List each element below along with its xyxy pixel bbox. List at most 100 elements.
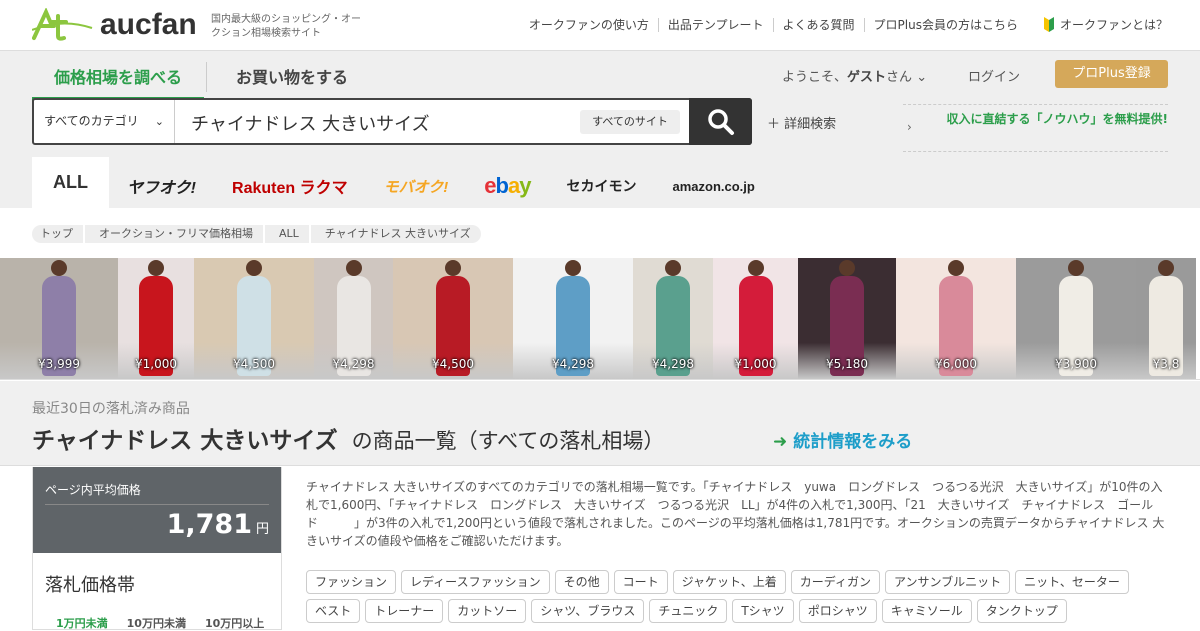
product-thumbnail[interactable]: ¥4,298 <box>633 258 713 379</box>
nav-pro-plus-members[interactable]: プロPlus会員の方はこちら <box>863 17 1027 32</box>
thumbnail-price: ¥4,298 <box>332 357 375 371</box>
model-head <box>665 260 681 276</box>
category-tag[interactable]: チュニック <box>649 599 728 623</box>
site-tab-ebay[interactable]: ebay <box>466 164 548 208</box>
nav-about[interactable]: オークファンとは？ <box>1043 16 1168 33</box>
guest-name: ゲスト <box>847 70 887 85</box>
category-select[interactable]: すべてのカテゴリ ⌄ <box>34 100 175 143</box>
category-tag[interactable]: カットソー <box>448 599 527 623</box>
price-band-under-10k[interactable]: 1万円未満 <box>56 615 108 631</box>
advanced-search-link[interactable]: ＋ 詳細検索 <box>767 113 836 132</box>
beginner-mark-icon <box>1043 16 1054 32</box>
category-tag[interactable]: キャミソール <box>881 599 972 623</box>
category-tag[interactable]: コート <box>613 570 668 594</box>
product-thumbnail[interactable]: ¥4,500 <box>393 258 513 379</box>
sekaimon-logo: セカイモン <box>566 178 637 194</box>
site-tab-mobaoku[interactable]: モバオク! <box>366 164 467 208</box>
thumbnail-price: ¥3,999 <box>38 357 80 371</box>
category-tag[interactable]: ジャケット、上着 <box>672 570 786 594</box>
model-head <box>839 260 855 276</box>
site-tab-yahoo-auctions[interactable]: ヤフオク! <box>109 164 214 208</box>
category-tag[interactable]: ファッション <box>306 570 397 594</box>
advanced-search-label: 詳細検索 <box>784 117 837 132</box>
price-band-under-100k[interactable]: 10万円未満 <box>127 615 186 631</box>
tab-divider <box>206 62 207 92</box>
product-thumbnail[interactable]: ¥4,298 <box>314 258 393 379</box>
model-head <box>246 260 262 276</box>
nav-listing-template[interactable]: 出品テンプレート <box>657 17 773 32</box>
nav-how-to-use[interactable]: オークファンの使い方 <box>520 18 658 32</box>
title-rest: の商品一覧（すべての落札相場） <box>351 429 665 453</box>
site-tab-all[interactable]: ALL <box>32 157 109 208</box>
product-thumbnail[interactable]: ¥1,000 <box>713 258 798 379</box>
model-head <box>345 260 362 276</box>
pro-plus-register-button[interactable]: プロPlus登録 <box>1055 60 1168 88</box>
top-nav: オークファンの使い方 出品テンプレート よくある質問 プロPlus会員の方はこち… <box>520 16 1168 33</box>
price-band-over-100k[interactable]: 10万円以上 <box>205 615 264 631</box>
search-button[interactable] <box>689 98 752 145</box>
average-price-box: ページ内平均価格 1,781 円 <box>33 467 281 553</box>
product-thumbnail[interactable]: ¥3,900 <box>1016 258 1136 379</box>
tab-shopping[interactable]: お買い物をする <box>236 64 348 88</box>
title-keyword: チャイナドレス 大きいサイズ <box>32 428 338 454</box>
product-thumbnail[interactable]: ¥6,000 <box>896 258 1016 379</box>
product-thumbnail[interactable]: ¥1,000 <box>118 258 194 379</box>
category-tag[interactable]: Tシャツ <box>732 599 794 623</box>
product-thumbnail[interactable]: ¥4,500 <box>194 258 314 379</box>
model-head <box>1068 260 1084 276</box>
search-input[interactable]: チャイナドレス 大きいサイズ <box>191 110 430 136</box>
breadcrumb: トップ オークション・フリマ価格相場 ALL チャイナドレス 大きいサイズ <box>32 225 483 243</box>
page-description: チャイナドレス 大きいサイズのすべてのカテゴリでの落札相場一覧です。「チャイナド… <box>306 480 1165 548</box>
thumbnail-price: ¥1,000 <box>734 357 777 371</box>
aucfan-logo[interactable]: aucfan <box>32 8 197 42</box>
nav-about-label: オークファンとは？ <box>1059 18 1168 32</box>
category-tag[interactable]: その他 <box>554 570 609 594</box>
logo-wordmark: aucfan <box>100 8 197 41</box>
breadcrumb-current: チャイナドレス 大きいサイズ <box>310 225 481 243</box>
site-select[interactable]: すべてのサイト <box>580 110 680 134</box>
promo-link[interactable]: › 収入に直結する「ノウハウ」を無料提供! <box>903 104 1168 152</box>
category-tag[interactable]: トレーナー <box>365 599 444 623</box>
thumbnail-price: ¥4,298 <box>552 357 594 371</box>
category-tag[interactable]: レディースファッション <box>401 570 550 594</box>
breadcrumb-auction-flea[interactable]: オークション・フリマ価格相場 <box>85 225 263 243</box>
category-tag[interactable]: アンサンブルニット <box>884 570 1011 594</box>
rakuma-logo: Rakuten ラクマ <box>232 180 348 197</box>
average-price-unit: 円 <box>255 522 269 537</box>
average-price-number: 1,781 <box>166 509 252 540</box>
logo-mark-icon <box>32 8 93 41</box>
category-select-value: すべてのカテゴリ <box>44 114 139 128</box>
category-tag[interactable]: ベスト <box>306 599 361 623</box>
average-price-value: 1,781 円 <box>45 509 269 540</box>
site-tab-amazon[interactable]: amazon.co.jp <box>655 164 773 208</box>
search-panel: 価格相場を調べる お買い物をする ようこそ、ゲストさん ⌄ ログイン プロPlu… <box>0 51 1200 208</box>
tab-price-research[interactable]: 価格相場を調べる <box>32 64 204 101</box>
category-tag[interactable]: シャツ、ブラウス <box>531 599 645 623</box>
product-thumbnail[interactable]: ¥5,180 <box>798 258 896 379</box>
yahoo-auctions-logo: ヤフオク! <box>127 180 197 197</box>
site-tab-sekaimon[interactable]: セカイモン <box>549 164 655 208</box>
category-tag[interactable]: タンクトップ <box>976 599 1067 623</box>
breadcrumb-top[interactable]: トップ <box>32 225 83 243</box>
promo-text: 収入に直結する「ノウハウ」を無料提供! <box>946 112 1168 126</box>
product-thumbnail[interactable]: ¥3,999 <box>0 258 118 379</box>
price-sidebar: ページ内平均価格 1,781 円 落札価格帯 1万円未満 10万円未満 10万円以… <box>32 467 282 630</box>
category-tag[interactable]: ポロシャツ <box>798 599 877 623</box>
average-price-label: ページ内平均価格 <box>45 481 269 505</box>
model-head <box>445 260 461 276</box>
search-icon <box>707 108 734 135</box>
category-tag[interactable]: ニット、セーター <box>1015 570 1129 594</box>
amazon-logo: amazon.co.jp <box>672 178 755 194</box>
product-thumbnail[interactable]: ¥3,8 <box>1136 258 1196 379</box>
breadcrumb-all[interactable]: ALL <box>265 225 309 243</box>
login-link[interactable]: ログイン <box>968 66 1020 85</box>
model-head <box>51 260 67 276</box>
model-head <box>565 260 581 276</box>
product-thumbnail[interactable]: ¥4,298 <box>513 258 633 379</box>
top-header: aucfan 国内最大級のショッピング・オークション相場検索サイト オークファン… <box>0 0 1200 51</box>
nav-faq[interactable]: よくある質問 <box>772 17 864 32</box>
site-tab-rakuma[interactable]: Rakuten ラクマ <box>214 164 366 208</box>
welcome-message[interactable]: ようこそ、ゲストさん ⌄ <box>782 66 927 85</box>
category-tag[interactable]: カーディガン <box>790 570 880 594</box>
stats-link[interactable]: ➜ 統計情報をみる <box>773 427 912 452</box>
